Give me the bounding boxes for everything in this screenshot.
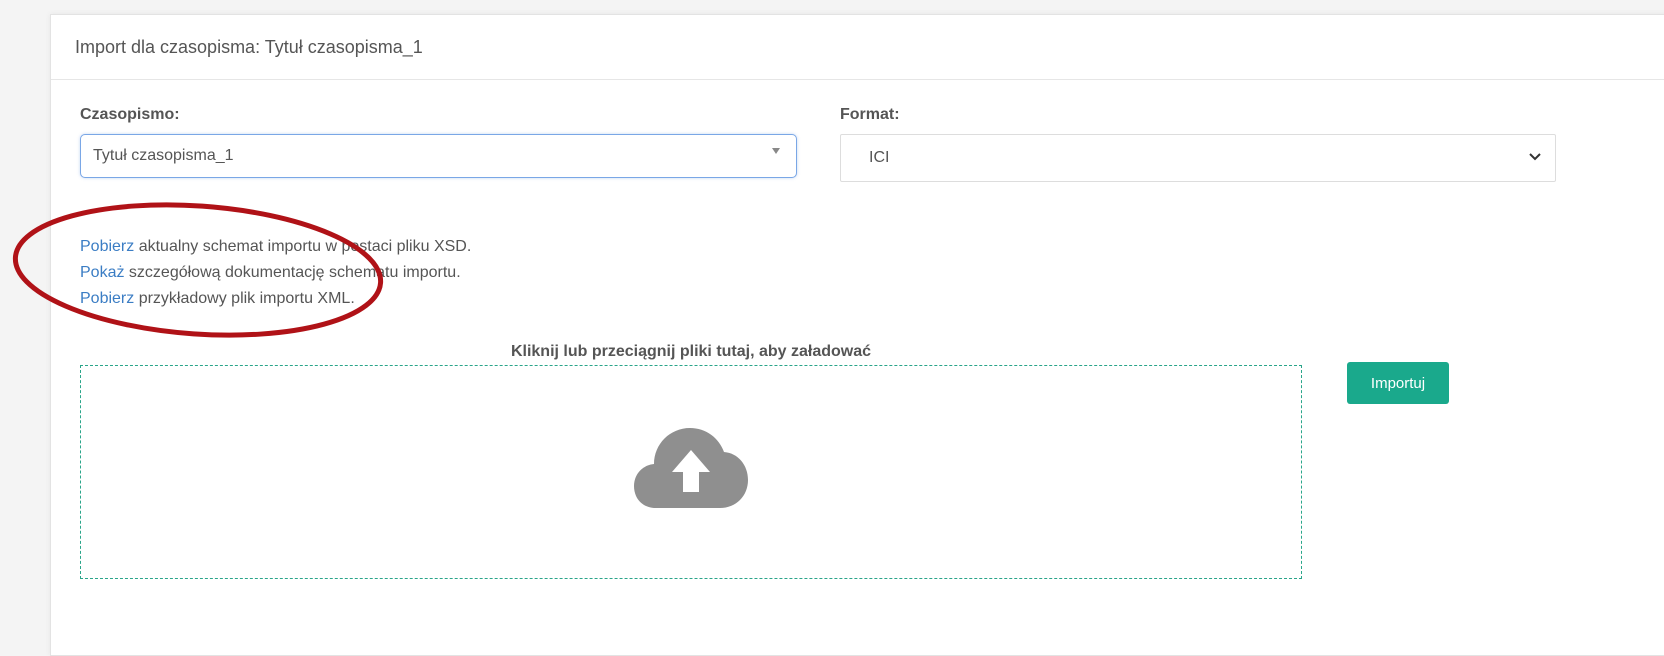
link-line-xsd: Pobierz aktualny schemat importu w posta… [80,234,471,260]
format-label: Format: [840,106,900,123]
caret-down-icon [772,148,780,154]
show-docs-link[interactable]: Pokaż [80,264,124,281]
format-select-value: ICI [869,149,890,166]
schema-links: Pobierz aktualny schemat importu w posta… [80,234,471,312]
journal-label: Czasopismo: [80,106,180,123]
panel-title: Import dla czasopisma: Tytuł czasopisma_… [51,15,1664,80]
download-xml-link[interactable]: Pobierz [80,290,134,307]
journal-select-value: Tytuł czasopisma_1 [93,147,234,164]
link-line-text: szczegółową dokumentację schematu import… [124,264,461,281]
cloud-upload-icon [634,428,748,508]
journal-select[interactable]: Tytuł czasopisma_1 [80,134,797,178]
file-dropzone[interactable] [80,365,1302,579]
dropzone-title: Kliknij lub przeciągnij pliki tutaj, aby… [510,343,872,360]
link-line-text: przykładowy plik importu XML. [134,290,355,307]
import-button[interactable]: Importuj [1347,362,1449,404]
link-line-docs: Pokaż szczegółową dokumentację schematu … [80,260,471,286]
download-xsd-link[interactable]: Pobierz [80,238,134,255]
link-line-xml: Pobierz przykładowy plik importu XML. [80,286,471,312]
format-select[interactable]: ICI [840,134,1556,182]
link-line-text: aktualny schemat importu w postaci pliku… [134,238,472,255]
panel-title-text: Import dla czasopisma: Tytuł czasopisma_… [75,36,423,57]
chevron-down-icon [1529,153,1541,161]
